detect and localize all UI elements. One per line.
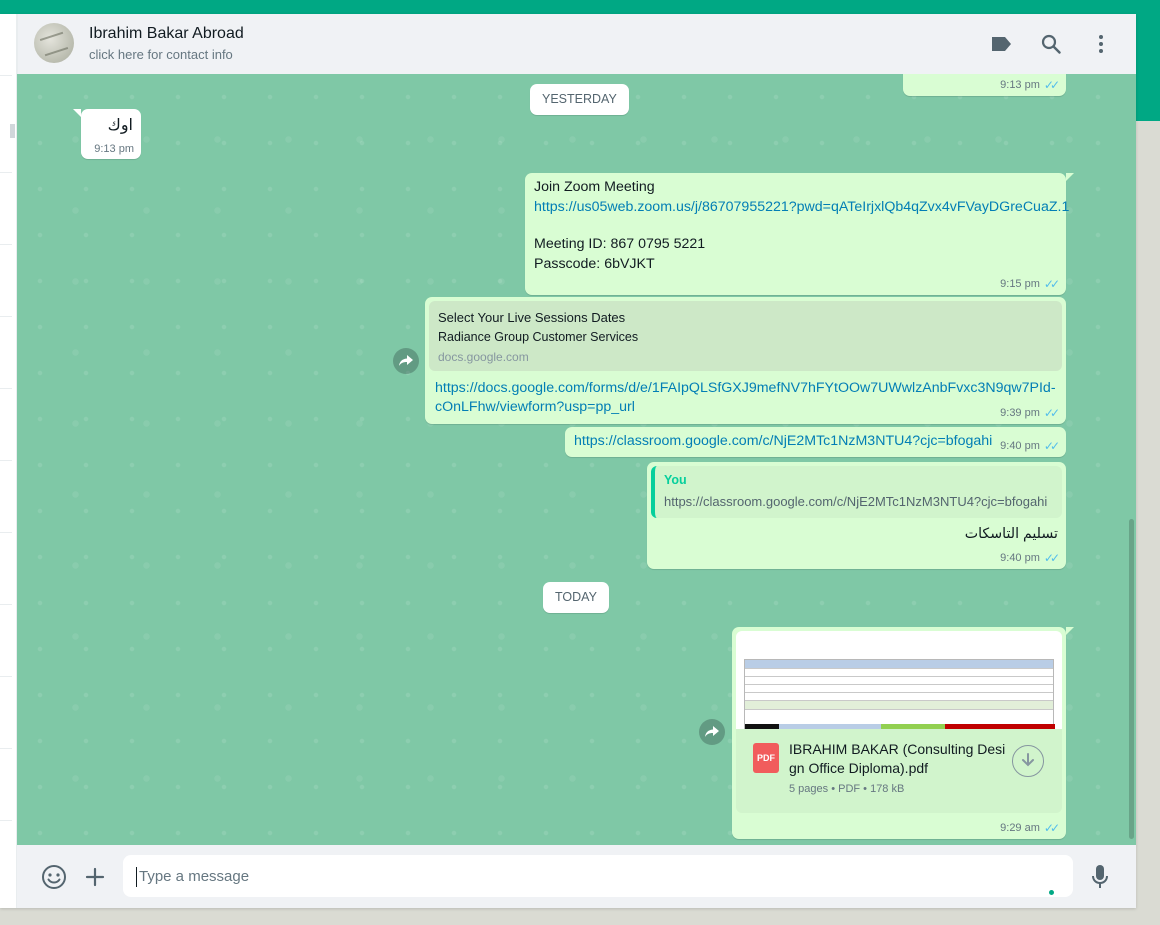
- contact-name[interactable]: Ibrahim Bakar Abroad: [89, 25, 244, 43]
- input-status-dot: [1049, 890, 1054, 895]
- message-text: Join Zoom Meeting: [534, 179, 655, 195]
- message-time: 9:15 pm: [1000, 278, 1040, 290]
- message-input[interactable]: [123, 855, 1073, 897]
- message-time: 9:39 pm: [1000, 407, 1040, 419]
- read-ticks-icon: ✓✓: [1043, 821, 1060, 835]
- microphone-icon[interactable]: [1086, 863, 1114, 891]
- message-bubble-in[interactable]: اوك 9:13 pm: [73, 109, 141, 159]
- chat-list-edge: [0, 14, 17, 908]
- forward-icon[interactable]: [699, 719, 725, 745]
- read-ticks-icon: ✓✓: [1043, 439, 1060, 453]
- chat-scrollbar[interactable]: [1129, 519, 1134, 839]
- label-icon[interactable]: [988, 31, 1014, 57]
- preview-title: Select Your Live Sessions Dates: [438, 310, 626, 325]
- date-divider: TODAY: [543, 582, 609, 613]
- chat-header[interactable]: Ibrahim Bakar Abroad click here for cont…: [17, 14, 1136, 74]
- quoted-text: https://classroom.google.com/c/NjE2MTc1N…: [664, 494, 1048, 509]
- download-icon[interactable]: [1012, 745, 1044, 777]
- message-bubble-out[interactable]: 9:13 pm ✓✓: [903, 74, 1066, 96]
- quoted-message[interactable]: You https://classroom.google.com/c/NjE2M…: [651, 466, 1062, 518]
- contact-avatar[interactable]: [34, 23, 74, 63]
- preview-domain: docs.google.com: [438, 350, 529, 364]
- read-ticks-icon: ✓✓: [1043, 78, 1060, 92]
- message-time: 9:13 pm: [1000, 79, 1040, 91]
- read-ticks-icon: ✓✓: [1043, 277, 1060, 291]
- quoted-author: You: [664, 473, 687, 487]
- read-ticks-icon: ✓✓: [1043, 406, 1060, 420]
- text-cursor: [136, 867, 137, 887]
- attach-plus-icon[interactable]: [81, 863, 109, 891]
- forward-icon[interactable]: [393, 348, 419, 374]
- message-text: Passcode: 6bVJKT: [534, 256, 655, 272]
- search-icon[interactable]: [1038, 31, 1064, 57]
- link-preview-card[interactable]: Select Your Live Sessions Dates Radiance…: [429, 301, 1062, 371]
- chat-conversation[interactable]: 9:13 pm ✓✓ YESTERDAY اوك 9:13 pm Join Zoo…: [17, 74, 1136, 845]
- message-time: 9:13 pm: [94, 143, 134, 155]
- message-composer: [17, 845, 1136, 908]
- message-bubble-out[interactable]: Join Zoom Meeting https://us05web.zoom.u…: [525, 173, 1074, 295]
- message-link[interactable]: https://us05web.zoom.us/j/86707955221?pw…: [534, 199, 1069, 215]
- document-info[interactable]: PDF IBRAHIM BAKAR (Consulting Desi gn Of…: [736, 729, 1062, 813]
- message-time: 9:40 pm: [1000, 552, 1040, 564]
- message-link[interactable]: https://classroom.google.com/c/NjE2MTc1N…: [574, 433, 992, 449]
- app-window: Ibrahim Bakar Abroad click here for cont…: [0, 14, 1136, 908]
- date-divider: YESTERDAY: [530, 84, 629, 115]
- menu-icon[interactable]: [1088, 31, 1114, 57]
- contact-info-hint[interactable]: click here for contact info: [89, 47, 233, 62]
- message-time: 9:29 am: [1000, 822, 1040, 834]
- document-name: IBRAHIM BAKAR (Consulting Desi: [789, 741, 1006, 757]
- pdf-file-icon: PDF: [753, 743, 779, 773]
- document-meta: 5 pages • PDF • 178 kB: [789, 783, 905, 795]
- document-name: gn Office Diploma).pdf: [789, 760, 929, 776]
- message-link[interactable]: https://docs.google.com/forms/d/e/1FAIpQ…: [435, 380, 1056, 396]
- message-bubble-out[interactable]: https://classroom.google.com/c/NjE2MTc1N…: [565, 427, 1066, 457]
- message-link[interactable]: cOnLFhw/viewform?usp=pp_url: [435, 399, 635, 415]
- message-text: اوك: [107, 117, 133, 134]
- message-text: تسليم التاسكات: [964, 526, 1058, 542]
- message-bubble-document[interactable]: PDF IBRAHIM BAKAR (Consulting Desi gn Of…: [732, 627, 1074, 839]
- emoji-icon[interactable]: [40, 863, 68, 891]
- preview-description: Radiance Group Customer Services: [438, 330, 639, 344]
- message-text: Meeting ID: 867 0795 5221: [534, 236, 706, 252]
- message-bubble-out[interactable]: You https://classroom.google.com/c/NjE2M…: [647, 462, 1066, 569]
- message-time: 9:40 pm: [1000, 440, 1040, 452]
- document-thumbnail[interactable]: [736, 631, 1062, 729]
- message-bubble-out[interactable]: Select Your Live Sessions Dates Radiance…: [425, 297, 1066, 424]
- read-ticks-icon: ✓✓: [1043, 551, 1060, 565]
